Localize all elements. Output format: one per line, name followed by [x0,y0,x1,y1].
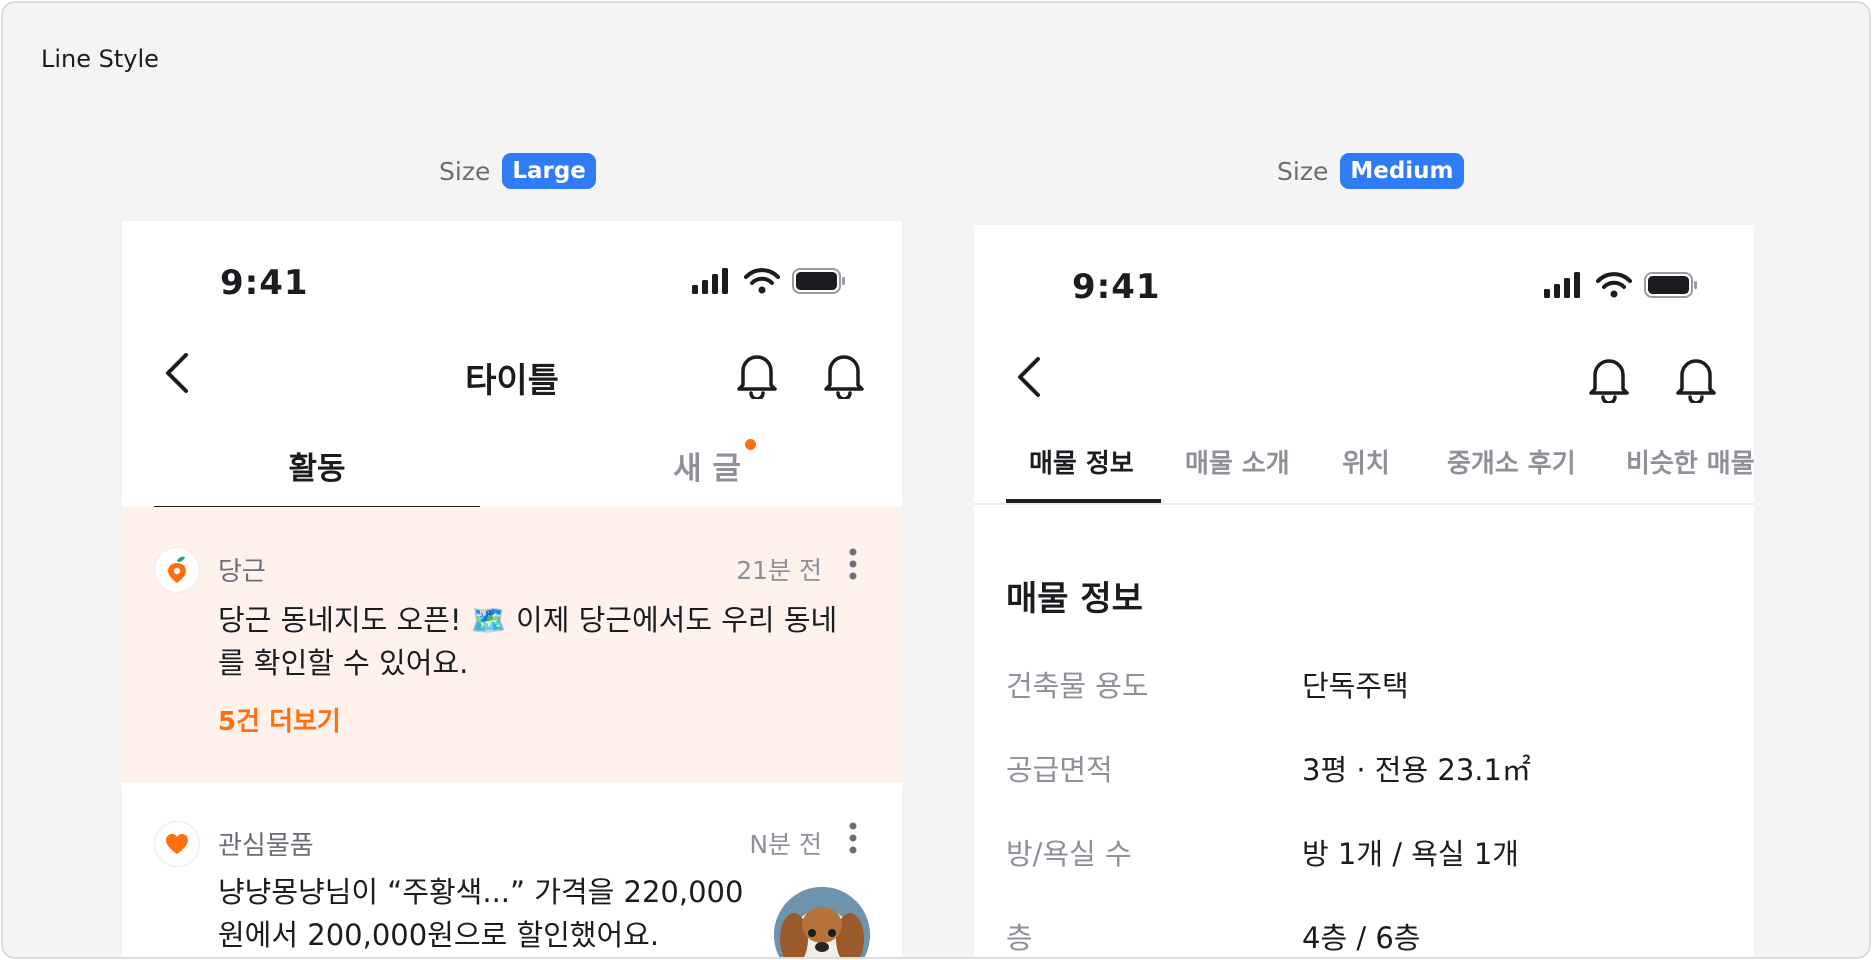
info-key: 건축물 용도 [1006,669,1149,703]
bell-icon[interactable] [822,349,866,399]
info-row: 공급면적 3평 · 전용 23.1㎡ [1006,747,1726,787]
back-chevron-icon[interactable] [1012,353,1048,401]
see-more-link[interactable]: 5건 더보기 [218,701,341,738]
info-key: 방/욕실 수 [1006,837,1132,871]
feed-item[interactable]: 당근 21분 전 당근 동네지도 오픈! 🗺️ 이제 당근에서도 우리 동네 를… [122,507,902,783]
feed-source: 당근 [218,557,266,587]
tab-activity[interactable]: 활동 [154,443,480,488]
feed-body-line: 를 확인할 수 있어요. [218,646,469,680]
feed-source: 관심물품 [218,831,314,861]
size-badge-medium: Medium [1340,153,1464,189]
battery-icon [792,268,845,294]
cellular-signal-icon [692,268,728,294]
new-badge-dot [745,439,756,450]
puppy-thumbnail[interactable] [774,887,870,957]
feed-body: 당근 동네지도 오픈! 🗺️ 이제 당근에서도 우리 동네 를 확인할 수 있어… [218,599,837,685]
more-vertical-icon[interactable] [848,547,858,581]
feed-body-line: 당근 동네지도 오픈! 🗺️ 이제 당근에서도 우리 동네 [218,603,838,637]
bell-icon[interactable] [1587,353,1631,403]
cellular-signal-icon [1544,272,1580,298]
bell-icon[interactable] [1674,353,1718,403]
page-title: 타이틀 [465,361,559,401]
info-value: 단독주택 [1302,669,1409,703]
info-row: 방/욕실 수 방 1개 / 욕실 1개 [1006,831,1726,871]
size-badge-large: Large [502,153,596,189]
tab-location[interactable]: 위치 [1342,443,1390,480]
wifi-icon [1596,272,1632,298]
info-value: 4층 / 6층 [1302,921,1421,955]
frame-title: Line Style [41,45,159,73]
info-row: 층 4층 / 6층 [1006,915,1726,955]
status-icons [692,267,846,295]
tab-listing-intro[interactable]: 매물 소개 [1185,443,1290,480]
status-time: 9:41 [1072,267,1161,307]
phone-medium: 9:41 매물 정보 매물 소개 위치 중개소 후기 비슷한 매물 매물 정보 … [974,225,1754,957]
battery-icon [1644,272,1697,298]
feed-body-line: 원에서 200,000원으로 할인했어요. [218,918,660,952]
feed-body: 냥냥몽냥님이 “주황색...” 가격을 220,000 원에서 200,000원… [218,871,743,957]
info-value: 방 1개 / 욕실 1개 [1302,837,1519,871]
tab-agency-reviews[interactable]: 중개소 후기 [1447,443,1576,480]
feed-item[interactable]: 관심물품 N분 전 냥냥몽냥님이 “주황색...” 가격을 220,000 원에… [122,783,902,957]
tab-listing-info[interactable]: 매물 정보 [1029,443,1134,480]
bell-icon[interactable] [735,349,779,399]
size-label-text: Size [1277,156,1329,186]
more-vertical-icon[interactable] [848,821,858,855]
size-label-text: Size [439,156,491,186]
heart-icon [154,821,200,867]
size-label-medium: Size Medium [1277,153,1464,189]
wifi-icon [744,268,780,294]
section-title: 매물 정보 [1006,579,1143,619]
style-frame: Line Style Size Large Size Medium 9:41 타… [1,1,1871,959]
info-key: 층 [1006,921,1033,955]
info-row: 건축물 용도 단독주택 [1006,663,1726,703]
carrot-icon [154,547,200,593]
size-label-large: Size Large [439,153,596,189]
feed-body-line: 냥냥몽냥님이 “주황색...” 가격을 220,000 [218,875,744,909]
status-time: 9:41 [220,263,309,303]
feed-time: 21분 전 [736,556,822,585]
phone-large: 9:41 타이틀 활동 새 글 당근 21분 전 당근 동네지도 오픈! 🗺️ … [122,221,902,957]
tab-bar: 매물 정보 매물 소개 위치 중개소 후기 비슷한 매물 [974,443,1754,505]
active-tab-indicator [1006,499,1161,503]
info-key: 공급면적 [1006,753,1113,787]
info-value: 3평 · 전용 23.1㎡ [1302,753,1531,787]
tab-bar: 활동 새 글 [154,439,870,511]
status-icons [1544,271,1698,299]
feed-time: N분 전 [749,830,822,859]
tab-similar-listings[interactable]: 비슷한 매물 [1626,443,1754,480]
tab-new-posts[interactable]: 새 글 [544,443,870,488]
